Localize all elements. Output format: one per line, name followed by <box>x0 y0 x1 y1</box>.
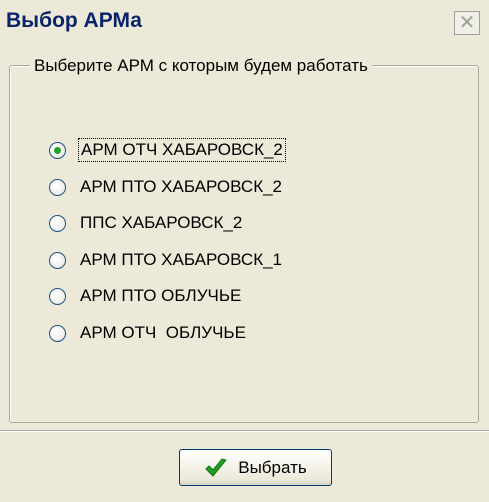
radio-button[interactable] <box>49 214 66 232</box>
radio-option-arm-otch-khabarovsk-2[interactable]: АРМ ОТЧ ХАБАРОВСК_2 <box>49 136 286 164</box>
radio-button[interactable] <box>49 251 66 269</box>
radio-option-pps-khabarovsk-2[interactable]: ППС ХАБАРОВСК_2 <box>49 209 244 237</box>
radio-button-checked[interactable] <box>49 141 66 159</box>
radio-label[interactable]: АРМ ОТЧ ОБЛУЧЬЕ <box>78 322 248 344</box>
radio-label[interactable]: АРМ ПТО ХАБАРОВСК_2 <box>78 176 284 198</box>
title-bar: Выбор АРМа ✕ <box>0 0 489 44</box>
footer-separator <box>0 430 489 432</box>
radio-label[interactable]: ППС ХАБАРОВСК_2 <box>78 212 244 234</box>
groupbox-legend: Выберите АРМ с которым будем работать <box>30 56 372 76</box>
radio-option-arm-pto-khabarovsk-2[interactable]: АРМ ПТО ХАБАРОВСК_2 <box>49 173 284 201</box>
close-button[interactable]: ✕ <box>454 11 480 35</box>
radio-option-arm-pto-khabarovsk-1[interactable]: АРМ ПТО ХАБАРОВСК_1 <box>49 246 284 274</box>
select-button[interactable]: Выбрать <box>179 449 332 486</box>
radio-label[interactable]: АРМ ПТО ОБЛУЧЬЕ <box>78 285 243 307</box>
select-button-label: Выбрать <box>238 457 307 477</box>
radio-label[interactable]: АРМ ОТЧ ХАБАРОВСК_2 <box>78 138 286 162</box>
check-icon <box>205 457 228 477</box>
arm-groupbox <box>9 65 479 423</box>
radio-button[interactable] <box>49 324 66 342</box>
window-title: Выбор АРМа <box>6 9 142 32</box>
radio-button[interactable] <box>49 178 66 196</box>
radio-label[interactable]: АРМ ПТО ХАБАРОВСК_1 <box>78 249 284 271</box>
radio-button[interactable] <box>49 287 66 305</box>
radio-option-arm-otch-obluchye[interactable]: АРМ ОТЧ ОБЛУЧЬЕ <box>49 319 248 347</box>
radio-option-arm-pto-obluchye[interactable]: АРМ ПТО ОБЛУЧЬЕ <box>49 282 243 310</box>
select-arm-dialog: Выбор АРМа ✕ Выберите АРМ с которым буде… <box>0 0 489 502</box>
close-icon: ✕ <box>458 10 476 34</box>
